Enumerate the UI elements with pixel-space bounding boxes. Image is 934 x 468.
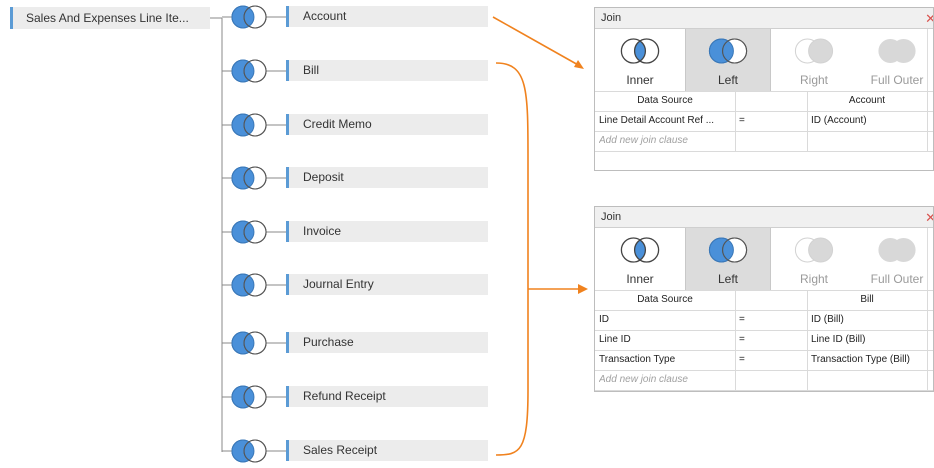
left-join-icon (231, 439, 267, 463)
full-dis-join-icon (878, 238, 916, 262)
join-type-right[interactable]: Right (771, 228, 857, 290)
grid-header-source: Data Source (637, 95, 693, 106)
join-icon-deposit[interactable] (230, 166, 268, 195)
dialog-title: Join (601, 211, 622, 223)
join-type-label: Inner (626, 73, 654, 87)
dialog-title: Join (601, 12, 622, 24)
join-type-right[interactable]: Right (771, 29, 857, 91)
table-bill[interactable]: Bill (286, 60, 488, 81)
dialog-title-bar: Join ✕ (595, 207, 933, 228)
join-clause-left-field[interactable]: ID (599, 310, 733, 330)
left-join-icon (231, 385, 267, 409)
join-clause-left-field[interactable]: Line Detail Account Ref ... (599, 111, 733, 131)
join-clause-right-field[interactable]: ID (Account) (811, 111, 925, 131)
join-type-inner[interactable]: Inner (595, 228, 685, 290)
bill-bracket (495, 62, 529, 456)
grid-header-source: Data Source (637, 294, 693, 305)
join-clause-operator[interactable]: = (739, 330, 759, 350)
join-dialog-bill: Join ✕ Inner Left Right Full Outer Data Source… (594, 206, 934, 392)
grid-header-target: Account (848, 95, 886, 106)
left-join-icon (231, 166, 267, 190)
join-icon-sales-receipt[interactable] (230, 439, 268, 468)
join-clause-operator[interactable]: = (739, 310, 759, 330)
inner-join-icon (620, 237, 660, 263)
table-sales-receipt[interactable]: Sales Receipt (286, 440, 488, 461)
left-table-sales-and-expenses[interactable]: Sales And Expenses Line Ite... (10, 7, 210, 29)
join-type-left[interactable]: Left (685, 29, 771, 91)
join-type-full-outer[interactable]: Full Outer (857, 29, 933, 91)
left-join-icon (231, 220, 267, 244)
join-clause-right-field[interactable]: Transaction Type (Bill) (811, 350, 925, 370)
table-invoice[interactable]: Invoice (286, 221, 488, 242)
table-purchase[interactable]: Purchase (286, 332, 488, 353)
close-icon[interactable]: ✕ (925, 8, 933, 29)
join-icon-purchase[interactable] (230, 331, 268, 360)
inner-join-icon (620, 38, 660, 64)
join-clause-left-field[interactable]: Transaction Type (599, 350, 733, 370)
grid-header-target: Bill (860, 294, 874, 305)
join-type-label: Full Outer (870, 272, 924, 286)
join-icon-bill[interactable] (230, 59, 268, 88)
join-icon-refund-receipt[interactable] (230, 385, 268, 414)
right-dis-join-icon (794, 237, 834, 263)
left-join-icon (231, 59, 267, 83)
left-join-icon (231, 113, 267, 137)
left-join-icon (708, 38, 748, 64)
join-type-inner[interactable]: Inner (595, 29, 685, 91)
close-icon[interactable]: ✕ (925, 207, 933, 228)
full-dis-join-icon (878, 39, 916, 63)
join-type-full-outer[interactable]: Full Outer (857, 228, 933, 290)
join-type-label: Full Outer (870, 73, 924, 87)
join-type-left[interactable]: Left (685, 228, 771, 290)
join-clause-right-field[interactable]: Line ID (Bill) (811, 330, 925, 350)
left-join-icon (231, 331, 267, 355)
join-type-label: Left (717, 73, 738, 87)
join-icon-invoice[interactable] (230, 220, 268, 249)
join-clause-left-field[interactable]: Line ID (599, 330, 733, 350)
add-join-clause-link[interactable]: Add new join clause (599, 131, 733, 151)
table-deposit[interactable]: Deposit (286, 167, 488, 188)
arrow-to-account-dialog (492, 16, 581, 67)
join-type-label: Right (799, 73, 828, 87)
join-icon-credit-memo[interactable] (230, 113, 268, 142)
join-type-label: Left (717, 272, 738, 286)
table-credit-memo[interactable]: Credit Memo (286, 114, 488, 135)
right-dis-join-icon (794, 38, 834, 64)
join-dialog-account: Join ✕ Inner Left Right Full Outer Data Source… (594, 7, 934, 171)
join-clause-operator[interactable]: = (739, 350, 759, 370)
table-account[interactable]: Account (286, 6, 488, 27)
join-icon-journal-entry[interactable] (230, 273, 268, 302)
add-join-clause-link[interactable]: Add new join clause (599, 370, 733, 390)
join-type-label: Right (799, 272, 828, 286)
join-icon-account[interactable] (230, 5, 268, 34)
dialog-title-bar: Join ✕ (595, 8, 933, 29)
table-refund-receipt[interactable]: Refund Receipt (286, 386, 488, 407)
join-type-label: Inner (626, 272, 654, 286)
join-clause-operator[interactable]: = (739, 111, 759, 131)
left-join-icon (708, 237, 748, 263)
table-journal-entry[interactable]: Journal Entry (286, 274, 488, 295)
left-join-icon (231, 5, 267, 29)
join-clause-right-field[interactable]: ID (Bill) (811, 310, 925, 330)
left-join-icon (231, 273, 267, 297)
